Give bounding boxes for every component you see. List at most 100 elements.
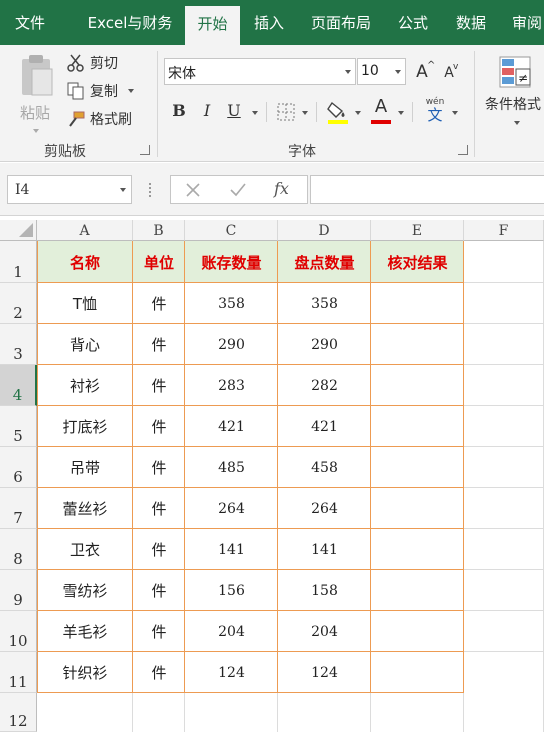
row-header-5[interactable]: 5 — [0, 406, 37, 447]
table-cell-count-qty[interactable]: 358 — [278, 283, 371, 324]
table-cell-book-qty[interactable]: 290 — [185, 324, 278, 365]
table-cell-name[interactable]: 打底衫 — [37, 406, 133, 447]
insert-function-button[interactable]: fx — [274, 179, 289, 198]
check-icon[interactable] — [229, 182, 247, 198]
tab-formulas[interactable]: 公式 — [390, 0, 436, 45]
header-cell-count-qty[interactable]: 盘点数量 — [278, 241, 371, 283]
header-cell-book-qty[interactable]: 账存数量 — [185, 241, 278, 283]
font-launcher-icon[interactable] — [458, 145, 468, 155]
paste-button[interactable]: 粘贴 — [14, 53, 58, 137]
name-box[interactable]: I4 — [7, 175, 132, 204]
border-icon[interactable] — [276, 102, 296, 122]
fill-color-dropdown-icon[interactable] — [355, 111, 361, 115]
table-cell-name[interactable]: 背心 — [37, 324, 133, 365]
column-header-e[interactable]: E — [371, 220, 464, 241]
table-cell-book-qty[interactable]: 421 — [185, 406, 278, 447]
conditional-formatting-label[interactable]: 条件格式 — [485, 94, 541, 114]
row-header-9[interactable]: 9 — [0, 570, 37, 611]
grow-font-button[interactable]: A ^ — [411, 60, 435, 84]
cut-button[interactable]: 剪切 — [66, 51, 118, 75]
clipboard-launcher-icon[interactable] — [140, 145, 150, 155]
font-name-combo[interactable]: 宋体 — [164, 58, 356, 85]
row-header-12[interactable]: 12 — [0, 693, 37, 732]
table-cell-book-qty[interactable]: 358 — [185, 283, 278, 324]
table-cell-name[interactable]: 卫衣 — [37, 529, 133, 570]
bold-button[interactable]: B — [168, 99, 190, 123]
row-header-2[interactable]: 2 — [0, 283, 37, 324]
table-cell-book-qty[interactable]: 141 — [185, 529, 278, 570]
format-painter-button[interactable]: 格式刷 — [66, 107, 132, 131]
table-cell-book-qty[interactable]: 485 — [185, 447, 278, 488]
table-cell-count-qty[interactable]: 282 — [278, 365, 371, 406]
table-cell-unit[interactable]: 件 — [133, 406, 185, 447]
underline-dropdown-icon[interactable] — [252, 111, 258, 115]
row-header-1[interactable]: 1 — [0, 241, 37, 283]
tab-insert[interactable]: 插入 — [246, 0, 292, 45]
header-cell-name[interactable]: 名称 — [37, 241, 133, 283]
phonetic-dropdown-icon[interactable] — [452, 111, 458, 115]
table-cell-unit[interactable]: 件 — [133, 529, 185, 570]
table-cell-book-qty[interactable]: 283 — [185, 365, 278, 406]
table-cell-unit[interactable]: 件 — [133, 283, 185, 324]
table-cell-count-qty[interactable]: 124 — [278, 652, 371, 693]
table-cell-name[interactable]: 衬衫 — [37, 365, 133, 406]
table-cell-book-qty[interactable]: 156 — [185, 570, 278, 611]
font-size-combo[interactable]: 10 — [357, 58, 406, 85]
table-cell-count-qty[interactable]: 290 — [278, 324, 371, 365]
table-cell-count-qty[interactable]: 458 — [278, 447, 371, 488]
border-dropdown-icon[interactable] — [302, 111, 308, 115]
table-cell-unit[interactable]: 件 — [133, 365, 185, 406]
header-cell-unit[interactable]: 单位 — [133, 241, 185, 283]
copy-button[interactable]: 复制 — [66, 79, 134, 103]
tab-home[interactable]: 开始 — [185, 6, 240, 45]
row-header-8[interactable]: 8 — [0, 529, 37, 570]
header-cell-check-result[interactable]: 核对结果 — [371, 241, 464, 283]
table-cell-name[interactable]: T恤 — [37, 283, 133, 324]
font-color-dropdown-icon[interactable] — [398, 111, 404, 115]
row-header-6[interactable]: 6 — [0, 447, 37, 488]
italic-button[interactable]: I — [196, 99, 218, 123]
tab-page-layout[interactable]: 页面布局 — [304, 0, 378, 45]
fill-color-icon[interactable] — [326, 99, 350, 125]
font-color-button[interactable]: A — [370, 95, 392, 124]
table-cell-unit[interactable]: 件 — [133, 488, 185, 529]
phonetic-guide-button[interactable]: wén 文 — [422, 97, 448, 125]
table-cell-count-qty[interactable]: 141 — [278, 529, 371, 570]
table-cell-unit[interactable]: 件 — [133, 611, 185, 652]
shrink-font-button[interactable]: Av — [438, 61, 460, 85]
table-cell-count-qty[interactable]: 421 — [278, 406, 371, 447]
resize-handle[interactable] — [149, 183, 152, 197]
table-cell-name[interactable]: 蕾丝衫 — [37, 488, 133, 529]
row-header-3[interactable]: 3 — [0, 324, 37, 365]
table-cell-name[interactable]: 雪纺衫 — [37, 570, 133, 611]
cancel-icon[interactable] — [185, 182, 201, 198]
row-header-10[interactable]: 10 — [0, 611, 37, 652]
row-header-7[interactable]: 7 — [0, 488, 37, 529]
column-header-c[interactable]: C — [185, 220, 278, 241]
table-cell-unit[interactable]: 件 — [133, 447, 185, 488]
table-cell-book-qty[interactable]: 124 — [185, 652, 278, 693]
select-all-button[interactable] — [0, 220, 37, 241]
column-header-a[interactable]: A — [37, 220, 133, 241]
table-cell-name[interactable]: 吊带 — [37, 447, 133, 488]
formula-input[interactable] — [310, 175, 544, 204]
column-header-f[interactable]: F — [464, 220, 544, 241]
conditional-formatting-dropdown-icon[interactable] — [514, 121, 520, 125]
row-header-4[interactable]: 4 — [0, 365, 37, 406]
table-cell-name[interactable]: 针织衫 — [37, 652, 133, 693]
tab-review[interactable]: 审阅 — [505, 0, 544, 45]
tab-data[interactable]: 数据 — [448, 0, 494, 45]
table-cell-unit[interactable]: 件 — [133, 324, 185, 365]
column-header-d[interactable]: D — [278, 220, 371, 241]
underline-button[interactable]: U — [223, 99, 245, 123]
tab-excel-finance[interactable]: Excel与财务 — [82, 0, 178, 45]
table-cell-unit[interactable]: 件 — [133, 570, 185, 611]
table-cell-count-qty[interactable]: 158 — [278, 570, 371, 611]
row-header-11[interactable]: 11 — [0, 652, 37, 693]
tab-file[interactable]: 文件 — [8, 0, 52, 45]
table-cell-unit[interactable]: 件 — [133, 652, 185, 693]
table-cell-book-qty[interactable]: 204 — [185, 611, 278, 652]
table-cell-name[interactable]: 羊毛衫 — [37, 611, 133, 652]
table-cell-count-qty[interactable]: 204 — [278, 611, 371, 652]
column-header-b[interactable]: B — [133, 220, 185, 241]
